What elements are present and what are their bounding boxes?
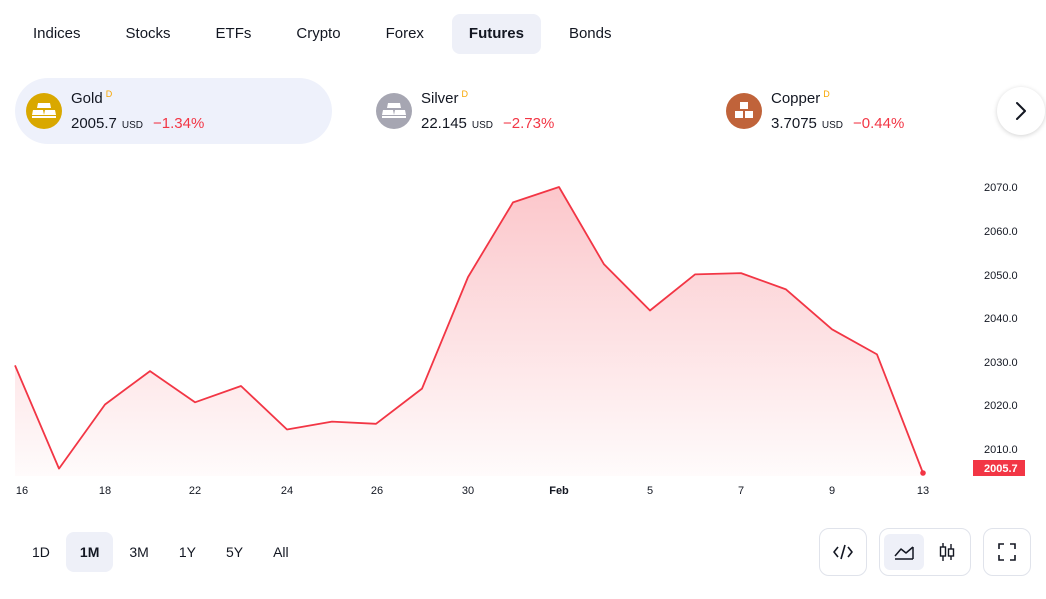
- x-tick-label: 13: [917, 485, 929, 497]
- symbol-price: 2005.7: [71, 115, 117, 132]
- x-tick-label: Feb: [549, 485, 569, 497]
- range-1d[interactable]: 1D: [18, 532, 64, 572]
- code-embed-icon: [823, 534, 863, 570]
- chevron-right-icon: [1016, 102, 1026, 120]
- fullscreen-icon: [987, 534, 1027, 570]
- y-tick-label: 2040.0: [984, 313, 1018, 325]
- symbol-card-silver[interactable]: Silver D 22.145 USD −2.73%: [365, 78, 615, 144]
- y-tick-label: 2050.0: [984, 270, 1018, 282]
- symbol-price: 22.145: [421, 115, 467, 132]
- tab-forex[interactable]: Forex: [369, 14, 441, 54]
- range-all[interactable]: All: [259, 532, 303, 572]
- symbol-card-copper[interactable]: Copper D 3.7075 USD −0.44%: [715, 78, 965, 144]
- delay-flag: D: [823, 89, 830, 99]
- change-percent: −0.44%: [853, 115, 905, 132]
- symbol-name: Silver: [421, 90, 459, 107]
- market-tabs: Indices Stocks ETFs Crypto Forex Futures…: [16, 14, 639, 54]
- tab-crypto[interactable]: Crypto: [279, 14, 357, 54]
- area-chart-icon: [894, 546, 914, 560]
- symbol-list: Gold D 2005.7 USD −1.34% Silver D 22.145 USD −…: [15, 78, 1045, 144]
- delay-flag: D: [461, 89, 469, 99]
- candlestick-chart-icon: [939, 543, 955, 561]
- delay-flag: D: [105, 89, 113, 99]
- x-tick-label: 24: [281, 485, 293, 497]
- y-tick-label: 2070.0: [984, 182, 1018, 194]
- range-1m[interactable]: 1M: [65, 532, 114, 572]
- area-style-button[interactable]: [884, 534, 924, 570]
- range-3m[interactable]: 3M: [115, 532, 162, 572]
- x-tick-label: 18: [99, 485, 111, 497]
- x-tick-label: 7: [738, 485, 744, 497]
- symbol-card-gold[interactable]: Gold D 2005.7 USD −1.34%: [15, 78, 332, 144]
- fullscreen-button[interactable]: [983, 528, 1031, 576]
- y-tick-label: 2020.0: [984, 400, 1018, 412]
- tab-etfs[interactable]: ETFs: [199, 14, 269, 54]
- currency-label: USD: [121, 120, 144, 131]
- currency-label: USD: [821, 120, 844, 131]
- y-tick-label: 2030.0: [984, 357, 1018, 369]
- tab-stocks[interactable]: Stocks: [109, 14, 188, 54]
- change-percent: −2.73%: [503, 115, 555, 132]
- x-tick-label: 26: [371, 485, 383, 497]
- price-chart[interactable]: 2070.0 2060.0 2050.0 2040.0 2030.0 2020.0 2010…: [0, 150, 1046, 510]
- chart-style-switcher: [879, 528, 971, 576]
- change-percent: −1.34%: [153, 115, 205, 132]
- tab-bonds[interactable]: Bonds: [552, 14, 629, 54]
- tab-futures[interactable]: Futures: [451, 14, 541, 54]
- symbol-price: 3.7075: [771, 115, 817, 132]
- tab-indices[interactable]: Indices: [16, 14, 98, 54]
- x-tick-label: 22: [189, 485, 201, 497]
- x-tick-label: 30: [462, 485, 474, 497]
- x-tick-label: 5: [647, 485, 653, 497]
- x-tick-label: 16: [16, 485, 28, 497]
- gold-bars-icon: [26, 93, 62, 129]
- silver-bars-icon: [376, 93, 412, 129]
- next-symbols-button[interactable]: [997, 87, 1045, 135]
- currency-label: USD: [471, 120, 494, 131]
- range-5y[interactable]: 5Y: [212, 532, 257, 572]
- range-1y[interactable]: 1Y: [165, 532, 210, 572]
- y-tick-label: 2010.0: [984, 444, 1018, 456]
- candle-style-button[interactable]: [927, 534, 967, 570]
- copper-bars-icon: [726, 93, 762, 129]
- symbol-name: Copper: [771, 90, 821, 107]
- last-price-dot: [920, 470, 926, 476]
- price-area: [15, 187, 923, 476]
- symbol-name: Gold: [71, 90, 103, 107]
- x-tick-label: 9: [829, 485, 835, 497]
- y-tick-label: 2060.0: [984, 226, 1018, 238]
- range-selector: 1D 1M 3M 1Y 5Y All: [18, 532, 305, 572]
- last-value-label: 2005.7: [984, 463, 1018, 475]
- embed-button[interactable]: [819, 528, 867, 576]
